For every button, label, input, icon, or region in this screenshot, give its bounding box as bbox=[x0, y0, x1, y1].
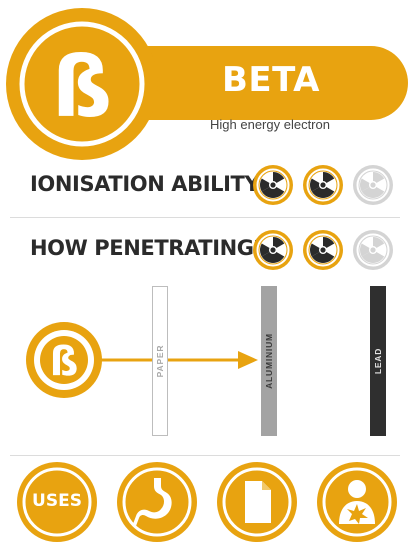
beta-symbol: ß bbox=[52, 38, 112, 136]
lead-barrier: LEAD bbox=[370, 286, 386, 436]
page-title: BETA bbox=[221, 60, 320, 100]
radiation-icon-inactive bbox=[353, 165, 393, 205]
paper-label: PAPER bbox=[155, 344, 165, 378]
stomach-icon bbox=[117, 462, 197, 542]
radiation-icon-inactive bbox=[353, 230, 393, 270]
radiation-icon bbox=[253, 230, 293, 270]
page-subtitle: High energy electron bbox=[210, 117, 330, 132]
radiation-icon bbox=[303, 165, 343, 205]
radiation-icon bbox=[303, 230, 343, 270]
paper-barrier: PAPER bbox=[152, 286, 168, 436]
uses-badge: USES bbox=[17, 462, 97, 542]
uses-label: USES bbox=[32, 491, 82, 511]
document-icon bbox=[217, 462, 297, 542]
divider bbox=[10, 455, 400, 456]
penetration-label: HOW PENETRATING? bbox=[30, 236, 266, 260]
lead-label: LEAD bbox=[373, 347, 383, 375]
aluminium-barrier: ALUMINIUM bbox=[261, 286, 277, 436]
ionisation-label: IONISATION ABILITY: bbox=[30, 172, 266, 196]
divider bbox=[10, 217, 400, 218]
beta-symbol-badge: ß bbox=[6, 8, 158, 160]
radiation-icon bbox=[253, 165, 293, 205]
aluminium-label: ALUMINIUM bbox=[264, 333, 274, 389]
person-cancer-icon bbox=[317, 462, 397, 542]
penetration-diagram: ß bbox=[26, 322, 258, 398]
beta-symbol: ß bbox=[50, 339, 79, 385]
